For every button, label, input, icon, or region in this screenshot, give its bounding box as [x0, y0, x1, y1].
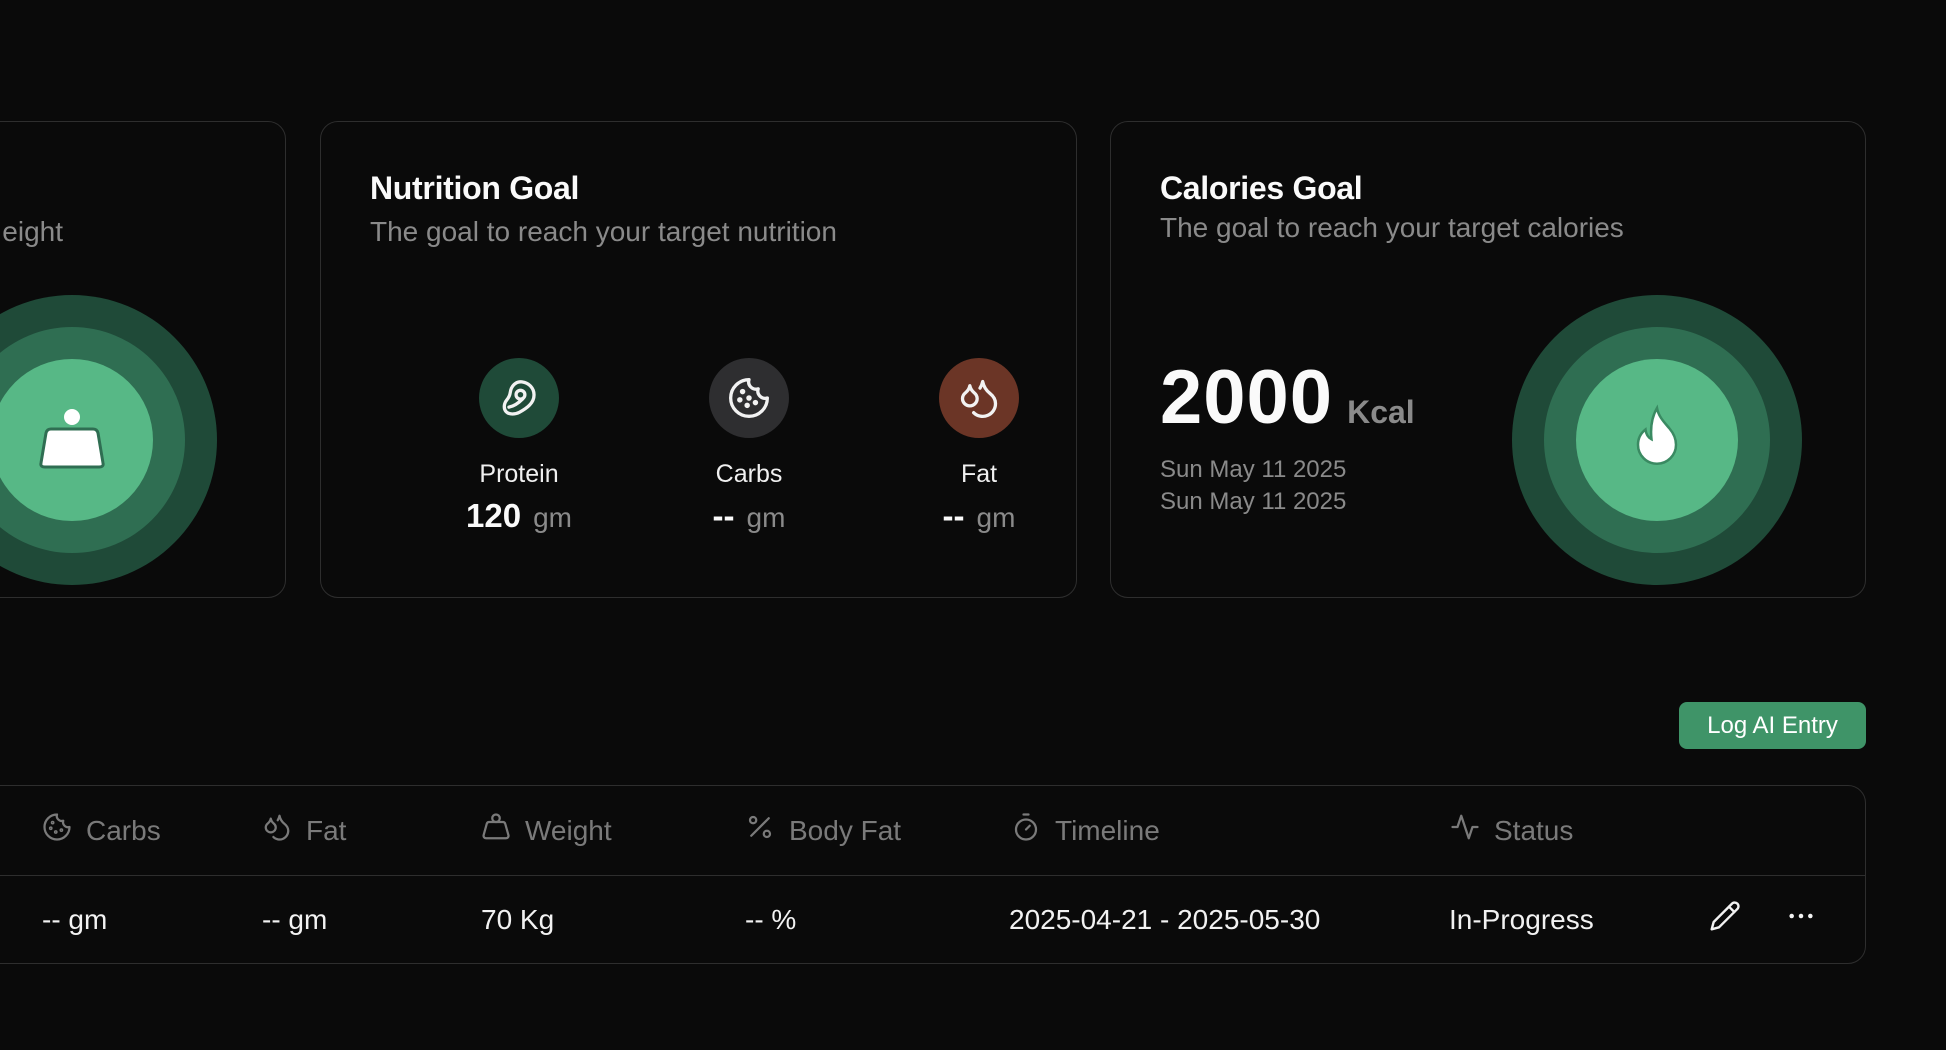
weight-rings	[0, 295, 217, 585]
start-date: Sun May 11 2025	[1160, 456, 1347, 483]
percent-icon	[745, 812, 789, 849]
droplets-icon	[939, 358, 1019, 438]
weight-icon	[37, 405, 107, 476]
macro-protein: Protein 120 gm	[419, 358, 619, 535]
cookie-icon	[42, 812, 86, 849]
column-header-status[interactable]: Status	[1450, 812, 1573, 849]
end-date: Sun May 11 2025	[1160, 488, 1347, 515]
cookie-icon	[709, 358, 789, 438]
fat-column-label: Fat	[306, 814, 347, 846]
more-options-button[interactable]	[1781, 898, 1821, 938]
protein-label: Protein	[479, 460, 559, 488]
timer-icon	[1011, 812, 1055, 849]
column-header-carbs[interactable]: Carbs	[42, 812, 161, 849]
calories-value-row: 2000 Kcal	[1160, 354, 1415, 441]
cell-fat: -- gm	[262, 904, 328, 935]
protein-value: 120	[466, 497, 522, 534]
table-header: Carbs Fat Weight Body Fat Timeline Statu…	[0, 786, 1865, 876]
macro-carbs: Carbs -- gm	[649, 358, 849, 535]
weight-goal-card: eight	[0, 121, 286, 598]
weight-column-label: Weight	[525, 814, 612, 846]
calories-value: 2000	[1160, 355, 1334, 440]
goals-table: Carbs Fat Weight Body Fat Timeline Statu…	[0, 785, 1866, 964]
nutrition-card-title: Nutrition Goal	[370, 170, 580, 206]
calories-card-title: Calories Goal	[1160, 170, 1363, 206]
protein-unit: gm	[533, 502, 572, 533]
cell-status: In-Progress	[1449, 904, 1594, 935]
weight-icon	[481, 812, 525, 849]
carbs-value: --	[712, 497, 735, 534]
more-horizontal-icon	[1785, 900, 1817, 937]
carbs-column-label: Carbs	[86, 814, 161, 846]
droplets-icon	[262, 812, 306, 849]
cell-body-fat: -- %	[745, 904, 797, 935]
cell-carbs: -- gm	[42, 904, 108, 935]
nutrition-card-subtitle: The goal to reach your target nutrition	[370, 216, 837, 247]
column-header-weight[interactable]: Weight	[481, 812, 612, 849]
log-ai-entry-button[interactable]: Log AI Entry	[1679, 702, 1866, 749]
column-header-body-fat[interactable]: Body Fat	[745, 812, 901, 849]
edit-button[interactable]	[1705, 898, 1745, 938]
macro-fat: Fat -- gm	[879, 358, 1076, 535]
flame-icon	[1627, 403, 1687, 478]
cell-timeline: 2025-04-21 - 2025-05-30	[1009, 904, 1321, 935]
meat-icon	[479, 358, 559, 438]
pencil-icon	[1709, 900, 1741, 937]
carbs-unit: gm	[746, 502, 786, 533]
cell-weight: 70 Kg	[481, 904, 555, 935]
calories-card-subtitle: The goal to reach your target calories	[1160, 212, 1624, 243]
fat-label: Fat	[960, 460, 998, 488]
fat-unit: gm	[976, 502, 1016, 533]
column-header-timeline[interactable]: Timeline	[1011, 812, 1160, 849]
fat-value: --	[942, 497, 965, 534]
calories-rings	[1512, 295, 1802, 585]
body-fat-column-label: Body Fat	[789, 814, 902, 846]
status-column-label: Status	[1494, 814, 1574, 846]
weight-card-subtitle: eight	[2, 216, 63, 247]
calories-unit: Kcal	[1347, 394, 1415, 430]
activity-icon	[1450, 812, 1494, 849]
nutrition-goal-card: Nutrition Goal The goal to reach your ta…	[320, 121, 1077, 598]
calories-goal-card: Calories Goal The goal to reach your tar…	[1110, 121, 1866, 598]
carbs-label: Carbs	[715, 460, 783, 488]
timeline-column-label: Timeline	[1055, 814, 1160, 846]
column-header-fat[interactable]: Fat	[262, 812, 346, 849]
